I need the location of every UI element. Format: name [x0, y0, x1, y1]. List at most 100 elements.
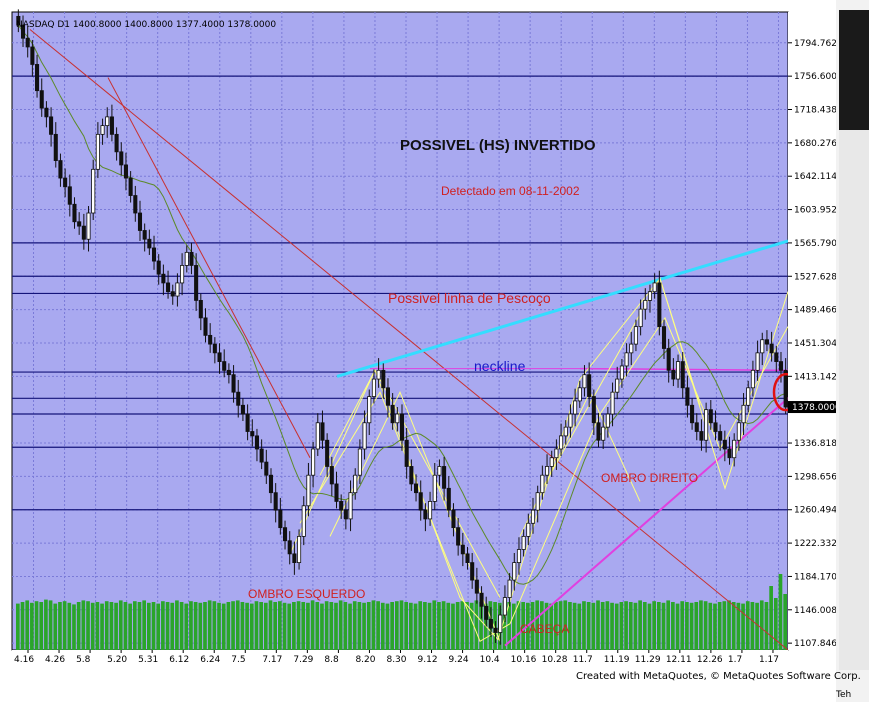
candle-body	[49, 116, 54, 135]
volume-bar	[600, 602, 605, 650]
volume-bar	[254, 601, 259, 650]
volume-bar	[423, 602, 427, 650]
volume-bar	[48, 600, 53, 650]
candle-body	[774, 352, 779, 362]
candle-body	[63, 177, 68, 188]
candle-body	[81, 225, 86, 240]
candle-body	[718, 431, 723, 441]
volume-bar	[25, 600, 30, 650]
taskbar-item[interactable]: Teh	[836, 690, 869, 702]
candle-body	[413, 483, 419, 494]
volume-bar	[301, 602, 306, 650]
candle-body	[72, 203, 77, 223]
chart-title: POSSIVEL (HS) INVERTIDO	[400, 137, 596, 154]
candle-body	[680, 361, 685, 389]
volume-bar	[614, 603, 619, 650]
x-tick-label: 11.19	[604, 655, 630, 665]
candle-body	[194, 265, 199, 301]
candle-body	[35, 64, 40, 92]
volume-bar	[62, 601, 67, 650]
volume-bar	[633, 602, 638, 650]
candle-body	[217, 352, 222, 362]
volume-bar	[769, 586, 773, 650]
x-tick-label: 10.28	[542, 655, 568, 665]
candle-body	[119, 151, 124, 166]
candle-body	[676, 361, 681, 380]
volume-bar	[647, 603, 652, 650]
candle-body	[587, 374, 592, 397]
candle-body	[530, 509, 536, 524]
volume-bar	[656, 602, 661, 650]
volume-bar	[371, 600, 376, 650]
candle-body	[339, 501, 344, 511]
candle-body	[142, 230, 147, 240]
volume-bar	[179, 602, 184, 650]
volume-bar	[249, 603, 254, 650]
candle-body	[409, 466, 414, 485]
price-chart[interactable]: 1794.76211756.60011718.43811680.27611642…	[0, 0, 869, 702]
volume-bar	[310, 600, 315, 650]
volume-bar	[731, 602, 736, 650]
x-tick-label: 12.26	[697, 655, 723, 665]
volume-bar	[72, 604, 76, 650]
volume-bar	[366, 602, 371, 650]
candle-body	[156, 260, 161, 275]
volume-bar	[240, 602, 245, 650]
volume-bar	[778, 574, 783, 650]
volume-bar	[184, 603, 189, 650]
x-tick-label: 7.5	[231, 655, 245, 665]
candle-body	[615, 378, 620, 393]
volume-bar	[114, 602, 118, 650]
neckline-caption: Possivel linha de Pescoço	[388, 290, 551, 306]
left-shoulder-label: OMBRO ESQUERDO	[248, 587, 365, 601]
chart-subtitle: Detectado em 08-11-2002	[441, 184, 580, 198]
volume-bar	[745, 601, 750, 650]
candle-body	[661, 326, 667, 349]
x-tick-label: 11.29	[635, 655, 661, 665]
candle-body	[311, 448, 316, 476]
volume-bar	[722, 601, 727, 650]
volume-bar	[404, 602, 409, 650]
volume-bar	[30, 602, 34, 650]
candle-body	[722, 439, 727, 450]
volume-bar	[348, 603, 352, 650]
candle-body	[236, 391, 241, 406]
candle-body	[278, 509, 283, 529]
candle-body	[301, 505, 306, 537]
volume-bar	[376, 601, 380, 650]
candle-body	[507, 579, 512, 598]
candle-body	[727, 448, 732, 459]
volume-bar	[109, 602, 114, 650]
x-tick-label: 8.20	[355, 655, 375, 665]
volume-bar	[161, 601, 165, 650]
volume-bar	[385, 603, 390, 650]
volume-bar	[34, 601, 39, 650]
candle-body	[446, 487, 451, 511]
candle-body	[432, 474, 437, 502]
x-tick-label: 5.31	[138, 655, 158, 665]
volume-bar	[642, 602, 647, 650]
volume-bar	[81, 600, 86, 650]
volume-bar	[156, 603, 161, 650]
candle-body	[67, 186, 72, 205]
candle-body	[629, 343, 634, 354]
volume-bar	[596, 600, 600, 650]
candle-body	[231, 374, 236, 393]
volume-bar	[413, 603, 418, 650]
volume-bar	[628, 602, 633, 650]
volume-bar	[418, 601, 423, 650]
volume-bar	[338, 600, 343, 650]
candle-body	[516, 549, 522, 564]
candle-body	[170, 291, 175, 297]
volume-bar	[671, 602, 675, 650]
candle-body	[549, 457, 554, 467]
candle-body	[25, 37, 30, 48]
candle-body	[254, 435, 259, 450]
candle-body	[250, 431, 255, 437]
candle-body	[741, 404, 746, 424]
candle-body	[736, 422, 741, 441]
candle-body	[577, 387, 582, 402]
candle-body	[91, 168, 96, 214]
volume-bar	[231, 601, 235, 650]
volume-bar	[783, 594, 787, 650]
